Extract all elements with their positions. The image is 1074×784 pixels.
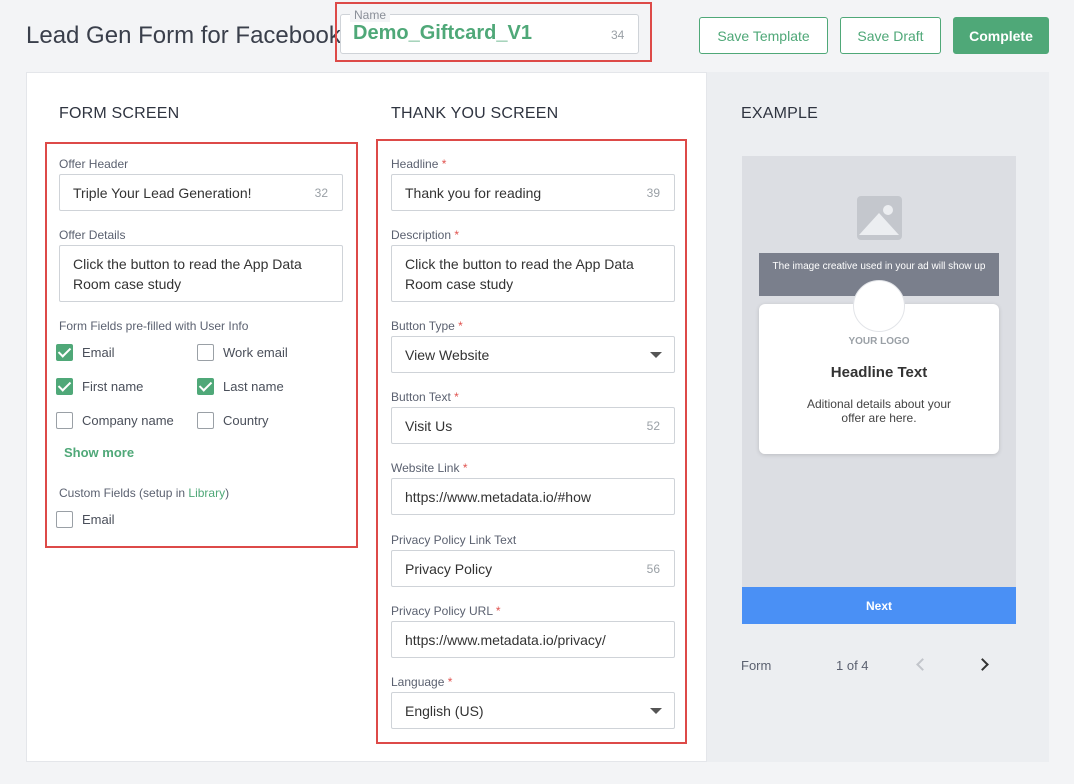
company-name-checkbox-label: Company name <box>82 413 174 428</box>
privacy-url-label: Privacy Policy URL * <box>391 604 501 618</box>
custom-fields-suffix: ) <box>225 486 230 500</box>
required-mark: * <box>458 319 463 333</box>
work-email-checkbox[interactable] <box>197 344 214 361</box>
website-link-label: Website Link * <box>391 461 468 475</box>
name-field-label: Name <box>350 8 391 22</box>
offer-details-textarea[interactable]: Click the button to read the App Data Ro… <box>59 245 343 302</box>
custom-fields-prefix: Custom Fields (setup in <box>59 486 189 500</box>
headline-input[interactable]: Thank you for reading 39 <box>391 174 675 211</box>
button-text-label: Button Text * <box>391 390 459 404</box>
library-link[interactable]: Library <box>188 486 225 500</box>
offer-header-input[interactable]: Triple Your Lead Generation! 32 <box>59 174 343 211</box>
last-name-checkbox[interactable] <box>197 378 214 395</box>
button-text-value: Visit Us <box>405 417 453 434</box>
example-title: EXAMPLE <box>741 105 818 122</box>
headline-value: Thank you for reading <box>405 184 542 201</box>
button-type-select[interactable]: View Website <box>391 336 675 373</box>
complete-button[interactable]: Complete <box>953 17 1049 54</box>
offer-header-char-count: 32 <box>314 185 328 200</box>
offer-header-value: Triple Your Lead Generation! <box>73 184 252 201</box>
next-button[interactable]: Next <box>742 587 1016 624</box>
button-type-label: Button Type * <box>391 319 463 333</box>
required-mark: * <box>495 604 501 618</box>
required-mark: * <box>462 461 468 475</box>
first-name-checkbox-label: First name <box>82 379 144 394</box>
logo-placeholder <box>853 280 905 332</box>
privacy-url-label-text: Privacy Policy URL <box>391 604 493 618</box>
headline-char-count: 39 <box>646 185 660 200</box>
button-text-char-count: 52 <box>646 418 660 433</box>
privacy-url-input[interactable]: https://www.metadata.io/privacy/ <box>391 621 675 658</box>
page-title: Lead Gen Form for Facebook <box>26 22 341 49</box>
email-checkbox[interactable] <box>56 344 73 361</box>
image-placeholder-icon <box>857 196 902 240</box>
first-name-checkbox[interactable] <box>56 378 73 395</box>
custom-email-checkbox-label: Email <box>82 512 115 527</box>
headline-label-text: Headline <box>391 157 439 171</box>
thank-you-screen-title: THANK YOU SCREEN <box>391 105 559 122</box>
required-mark: * <box>454 228 460 242</box>
privacy-text-char-count: 56 <box>646 561 660 576</box>
save-draft-button[interactable]: Save Draft <box>840 17 941 54</box>
language-label-text: Language <box>391 675 445 689</box>
description-textarea[interactable]: Click the button to read the App Data Ro… <box>391 245 675 302</box>
preview-description: Aditional details about your offer are h… <box>806 397 952 425</box>
website-link-label-text: Website Link <box>391 461 460 475</box>
description-label: Description * <box>391 228 459 242</box>
work-email-checkbox-label: Work email <box>223 345 288 360</box>
show-more-link[interactable]: Show more <box>64 445 134 460</box>
offer-details-label: Offer Details <box>59 228 126 242</box>
company-name-checkbox[interactable] <box>56 412 73 429</box>
website-link-input[interactable]: https://www.metadata.io/#how <box>391 478 675 515</box>
last-name-checkbox-label: Last name <box>223 379 284 394</box>
description-label-text: Description <box>391 228 452 242</box>
custom-fields-label: Custom Fields (setup in Library) <box>59 486 229 500</box>
offer-header-label: Offer Header <box>59 157 129 171</box>
required-mark: * <box>454 390 459 404</box>
name-char-count: 34 <box>611 28 625 42</box>
name-field-value[interactable]: Demo_Giftcard_V1 <box>353 22 532 45</box>
language-label: Language * <box>391 675 452 689</box>
button-text-label-text: Button Text <box>391 390 451 404</box>
save-template-button[interactable]: Save Template <box>699 17 828 54</box>
headline-label: Headline * <box>391 157 446 171</box>
country-checkbox-label: Country <box>223 413 269 428</box>
email-checkbox-label: Email <box>82 345 115 360</box>
language-select[interactable]: English (US) <box>391 692 675 729</box>
privacy-url-value: https://www.metadata.io/privacy/ <box>405 631 606 648</box>
your-logo-text: YOUR LOGO <box>848 336 910 347</box>
privacy-text-input[interactable]: Privacy Policy 56 <box>391 550 675 587</box>
chevron-down-icon <box>650 707 662 714</box>
pager-label: Form <box>741 658 772 673</box>
language-value: English (US) <box>405 702 484 719</box>
button-type-label-text: Button Type <box>391 319 455 333</box>
preview-headline: Headline Text <box>830 364 928 381</box>
custom-email-checkbox[interactable] <box>56 511 73 528</box>
website-link-value: https://www.metadata.io/#how <box>405 488 591 505</box>
chevron-down-icon <box>650 351 662 358</box>
prefilled-fields-label: Form Fields pre-filled with User Info <box>59 319 249 333</box>
button-text-input[interactable]: Visit Us 52 <box>391 407 675 444</box>
privacy-text-label: Privacy Policy Link Text <box>391 533 517 547</box>
form-screen-title: FORM SCREEN <box>59 105 180 122</box>
privacy-text-value: Privacy Policy <box>405 560 493 577</box>
required-mark: * <box>447 675 453 689</box>
pager-count: 1 of 4 <box>836 658 869 673</box>
required-mark: * <box>441 157 447 171</box>
button-type-value: View Website <box>405 346 490 363</box>
country-checkbox[interactable] <box>197 412 214 429</box>
